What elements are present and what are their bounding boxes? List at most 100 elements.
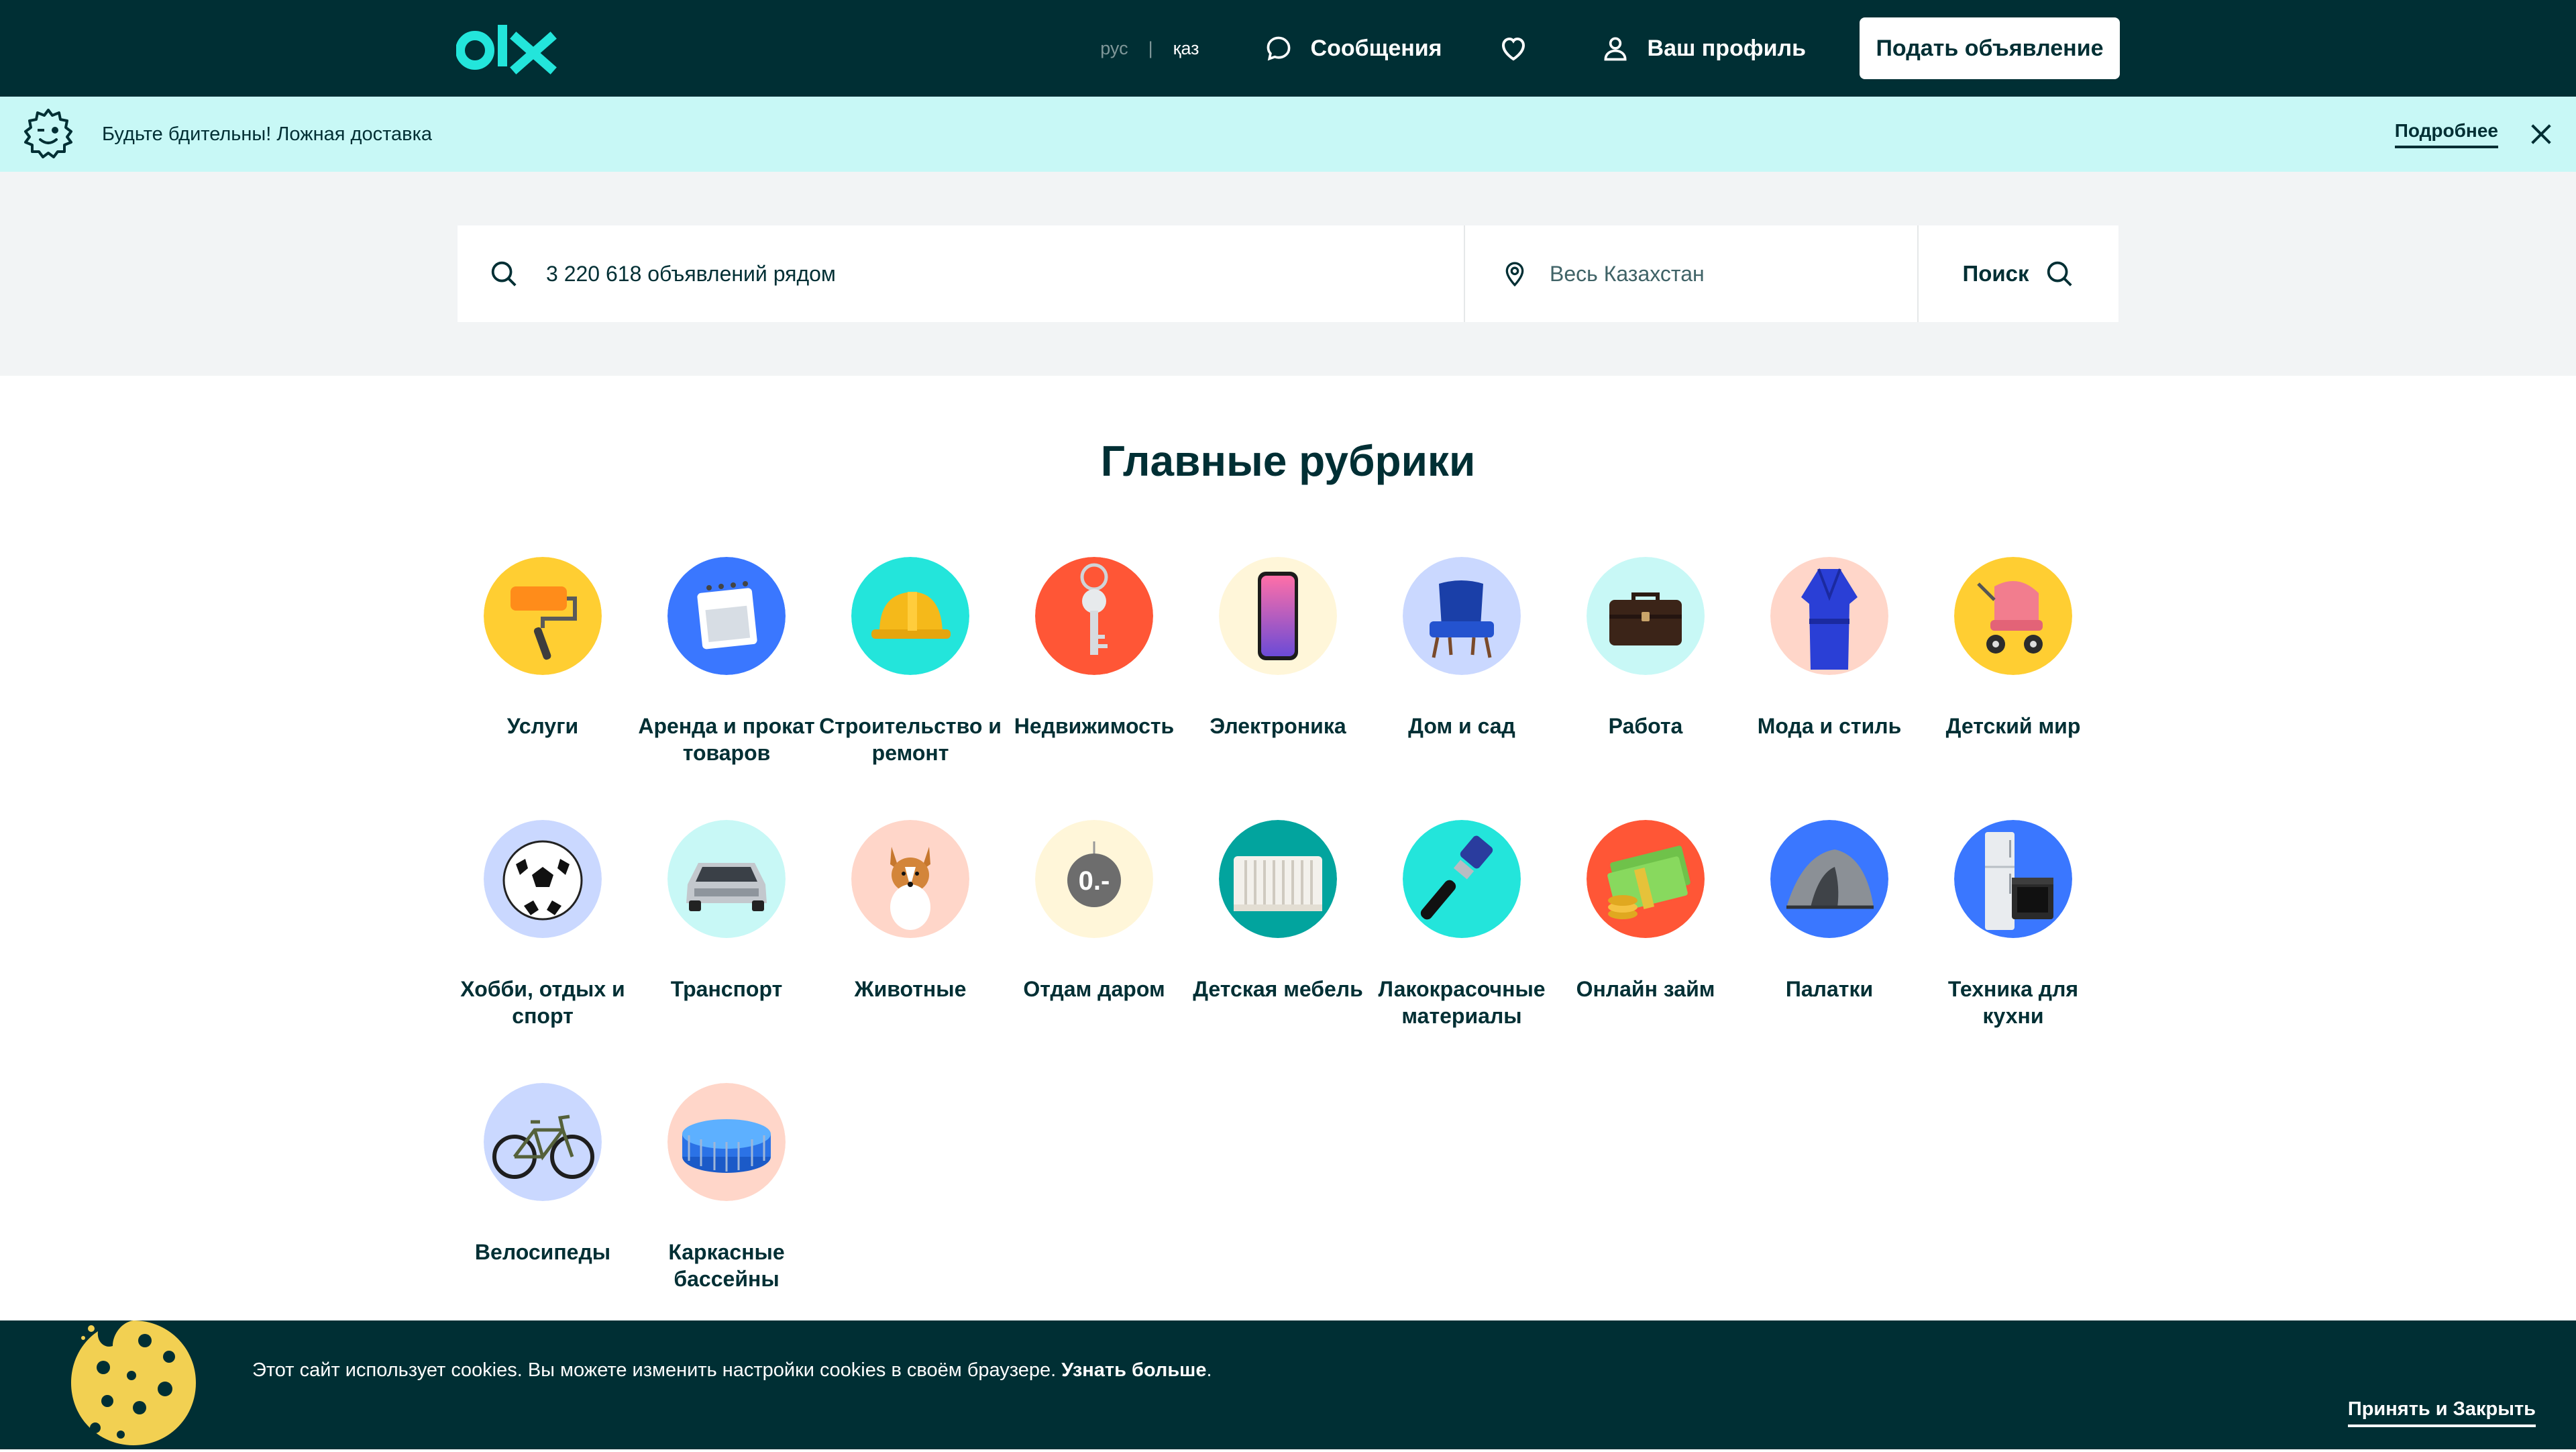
search-button[interactable]: Поиск bbox=[1919, 225, 2118, 322]
category-free[interactable]: 0.- Отдам даром bbox=[1002, 820, 1186, 1083]
cookie-learn-more-link[interactable]: Узнать больше bbox=[1061, 1359, 1206, 1381]
category-icon-circle bbox=[1219, 557, 1337, 675]
search-icon bbox=[2047, 261, 2072, 287]
user-icon bbox=[1604, 37, 1627, 61]
category-hobby-sport[interactable]: Хобби, отдых и спорт bbox=[451, 820, 635, 1083]
lang-ru[interactable]: рус bbox=[1100, 38, 1128, 59]
category-label: Детская мебель bbox=[1193, 977, 1363, 1001]
location-pin-icon bbox=[1505, 262, 1524, 287]
key-icon bbox=[1035, 557, 1153, 675]
category-construction[interactable]: Строительство и ремонт bbox=[818, 557, 1002, 820]
search-bar: Поиск bbox=[458, 225, 2118, 322]
car-icon bbox=[667, 820, 786, 938]
alert-face-icon bbox=[24, 109, 72, 158]
category-icon-circle bbox=[1219, 820, 1337, 938]
paint-roller-icon bbox=[484, 557, 602, 675]
category-label: Работа bbox=[1608, 714, 1683, 738]
favorites-button[interactable] bbox=[1497, 32, 1547, 64]
category-label: Транспорт bbox=[670, 977, 783, 1001]
categories-grid: Услуги Аренда и прокат товаров Строитель… bbox=[451, 557, 2125, 1346]
olx-logo[interactable] bbox=[456, 18, 557, 79]
category-label: Животные bbox=[854, 977, 967, 1001]
category-kitchen-appliances[interactable]: Техника для кухни bbox=[1921, 820, 2105, 1083]
lang-separator: | bbox=[1148, 38, 1153, 58]
lang-kz[interactable]: қаз bbox=[1173, 38, 1199, 59]
category-icon-circle bbox=[851, 557, 969, 675]
free-coin-icon: 0.- bbox=[1035, 820, 1153, 938]
search-icon bbox=[491, 261, 517, 287]
messages-label: Сообщения bbox=[1310, 35, 1442, 61]
profile-label: Ваш профиль bbox=[1647, 35, 1806, 61]
paintbrush-icon bbox=[1403, 820, 1521, 938]
category-pools[interactable]: Каркасные бассейны bbox=[635, 1083, 818, 1346]
category-rental[interactable]: Аренда и прокат товаров bbox=[635, 557, 818, 820]
alert-banner: Будьте бдительны! Ложная доставка Подроб… bbox=[0, 97, 2576, 172]
category-icon-circle bbox=[484, 557, 602, 675]
heart-icon bbox=[1501, 37, 1525, 61]
cookie-period: . bbox=[1206, 1359, 1212, 1381]
alert-more-link[interactable]: Подробнее bbox=[2394, 120, 2498, 148]
fridge-icon bbox=[1954, 820, 2072, 938]
tent-icon bbox=[1770, 820, 1888, 938]
category-tents[interactable]: Палатки bbox=[1737, 820, 1921, 1083]
cookie-icon bbox=[71, 1320, 196, 1445]
cookie-accept-button[interactable]: Принять и Закрыть bbox=[2347, 1398, 2536, 1427]
smartphone-icon bbox=[1219, 557, 1337, 675]
category-real-estate[interactable]: Недвижимость bbox=[1002, 557, 1186, 820]
category-kids[interactable]: Детский мир bbox=[1921, 557, 2105, 820]
cookie-text: Этот сайт использует cookies. Вы можете … bbox=[252, 1359, 1057, 1381]
category-label: Онлайн займ bbox=[1576, 977, 1715, 1001]
category-icon-circle bbox=[484, 1083, 602, 1201]
category-icon-circle bbox=[1587, 557, 1705, 675]
category-icon-circle bbox=[667, 557, 786, 675]
cookie-message: Этот сайт использует cookies. Вы можете … bbox=[252, 1359, 1212, 1382]
search-section: Поиск bbox=[0, 172, 2576, 376]
category-animals[interactable]: Животные bbox=[818, 820, 1002, 1083]
header: рус | қаз Сообщения Ваш профиль Подать о… bbox=[0, 0, 2576, 97]
profile-link[interactable]: Ваш профиль bbox=[1601, 34, 1806, 63]
category-icon-circle bbox=[1035, 557, 1153, 675]
category-services[interactable]: Услуги bbox=[451, 557, 635, 820]
category-jobs[interactable]: Работа bbox=[1554, 557, 1737, 820]
location-input[interactable] bbox=[1548, 260, 1913, 287]
post-ad-button[interactable]: Подать объявление bbox=[1860, 17, 2120, 79]
close-icon[interactable] bbox=[2528, 121, 2555, 148]
category-electronics[interactable]: Электроника bbox=[1186, 557, 1370, 820]
category-paints[interactable]: Лакокрасочные материалы bbox=[1370, 820, 1554, 1083]
category-online-loan[interactable]: Онлайн займ bbox=[1554, 820, 1737, 1083]
dog-icon bbox=[851, 820, 969, 938]
soccer-ball-icon bbox=[484, 820, 602, 938]
category-icon-circle bbox=[851, 820, 969, 938]
category-label: Недвижимость bbox=[1014, 714, 1175, 738]
money-icon bbox=[1587, 820, 1705, 938]
category-label: Услуги bbox=[506, 714, 579, 738]
chat-bubble-icon bbox=[1267, 36, 1290, 61]
briefcase-icon bbox=[1587, 557, 1705, 675]
search-query-container bbox=[458, 225, 1465, 322]
category-kids-furniture[interactable]: Детская мебель bbox=[1186, 820, 1370, 1083]
cookie-bar: Этот сайт использует cookies. Вы можете … bbox=[0, 1320, 2576, 1449]
category-icon-circle bbox=[667, 820, 786, 938]
stroller-icon bbox=[1954, 557, 2072, 675]
category-label: Дом и сад bbox=[1408, 714, 1515, 738]
category-icon-circle bbox=[1587, 820, 1705, 938]
category-icon-circle bbox=[1770, 820, 1888, 938]
bicycle-icon bbox=[484, 1083, 602, 1201]
category-label: Строительство и ремонт bbox=[819, 714, 1002, 765]
category-icon-circle bbox=[484, 820, 602, 938]
messages-link[interactable]: Сообщения bbox=[1264, 34, 1442, 63]
category-transport[interactable]: Транспорт bbox=[635, 820, 818, 1083]
category-label: Мода и стиль bbox=[1757, 714, 1902, 738]
hard-hat-icon bbox=[851, 557, 969, 675]
category-fashion[interactable]: Мода и стиль bbox=[1737, 557, 1921, 820]
category-icon-circle bbox=[1954, 820, 2072, 938]
category-bicycles[interactable]: Велосипеды bbox=[451, 1083, 635, 1346]
svg-text:0.-: 0.- bbox=[1079, 866, 1110, 896]
search-input[interactable] bbox=[545, 260, 1419, 287]
categories-title: Главные рубрики bbox=[1100, 437, 1476, 485]
crib-icon bbox=[1219, 820, 1337, 938]
category-icon-circle bbox=[1403, 820, 1521, 938]
category-home-garden[interactable]: Дом и сад bbox=[1370, 557, 1554, 820]
category-icon-circle bbox=[1403, 557, 1521, 675]
category-label: Техника для кухни bbox=[1947, 977, 2079, 1028]
